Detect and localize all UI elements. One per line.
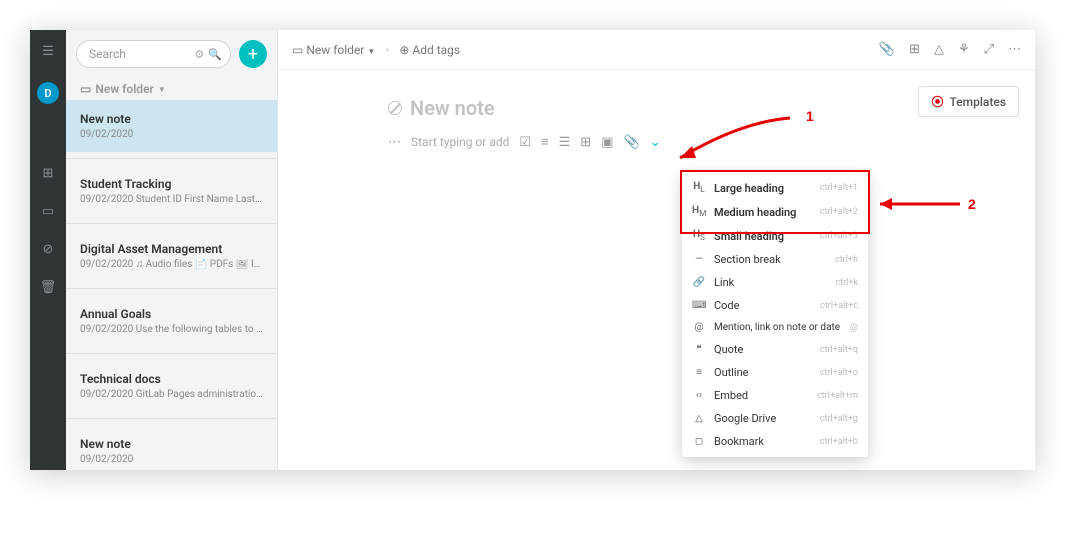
menu-item-medium-heading[interactable]: HMMedium headingctrl+alt+2 (682, 200, 868, 224)
expand-icon[interactable]: ⤢ (984, 42, 994, 57)
add-tags-button[interactable]: ⊕ Add tags (399, 43, 460, 57)
note-item[interactable]: Digital Asset Management 09/02/2020 ♫ Au… (66, 230, 277, 282)
grid-view-icon[interactable]: ⊞ (909, 42, 920, 57)
search-placeholder: Search (89, 47, 126, 61)
note-title: New note (80, 112, 263, 126)
templates-button[interactable]: ⦿ Templates (918, 86, 1019, 117)
note-title: New note (80, 437, 263, 451)
share-icon[interactable]: ⚘ (958, 42, 970, 57)
note-title: Digital Asset Management (80, 242, 263, 256)
note-title: Technical docs (80, 372, 263, 386)
body-placeholder[interactable]: Start typing or add (411, 135, 509, 149)
note-list: New note 09/02/2020 Student Tracking 09/… (66, 100, 277, 470)
annotation-callout-2: 2 (968, 196, 976, 212)
note-title: Student Tracking (80, 177, 263, 191)
sidebar-folder-label[interactable]: ▭ New folder ▼ (66, 74, 277, 100)
note-item[interactable]: Technical docs 09/02/2020 GitLab Pages a… (66, 360, 277, 412)
no-icon (388, 101, 402, 115)
note-item[interactable]: New note 09/02/2020 (66, 100, 277, 152)
insert-block-menu: HLLarge headingctrl+alt+1 HMMedium headi… (682, 172, 868, 457)
folder-icon[interactable]: ▭ (41, 204, 55, 218)
attach-tool-icon[interactable]: 📎 (624, 135, 640, 150)
checkbox-tool-icon[interactable]: ☑ (519, 135, 531, 150)
menu-item-embed[interactable]: ‹›Embedctrl+alt+m (682, 384, 868, 407)
more-icon[interactable]: ⋯ (1008, 42, 1021, 57)
breadcrumb-folder[interactable]: ▭ New folder ▼ (292, 43, 375, 57)
menu-item-section-break[interactable]: —Section breakctrl+h (682, 248, 868, 271)
note-item[interactable]: New note 09/02/2020 (66, 425, 277, 470)
main-editor: ▭ New folder ▼ • ⊕ Add tags 📎 ⊞ △ ⚘ ⤢ ⋯ … (278, 30, 1035, 470)
menu-item-mention[interactable]: @Mention, link on note or date@ (682, 317, 868, 338)
search-input[interactable]: Search ⚙ 🔍 (76, 40, 231, 68)
avatar[interactable]: D (37, 82, 59, 104)
more-tools-chevron-icon[interactable]: ⌄ (650, 135, 661, 150)
add-note-button[interactable]: + (239, 40, 267, 68)
table-tool-icon[interactable]: ⊞ (580, 135, 591, 150)
bullet-list-icon[interactable]: ☰ (559, 135, 571, 150)
sidebar: Search ⚙ 🔍 + ▭ New folder ▼ New note 09/0… (66, 30, 278, 470)
menu-item-outline[interactable]: ≡Outlinectrl+alt+o (682, 361, 868, 384)
annotation-callout-1: 1 (806, 108, 814, 124)
grid-icon[interactable]: ⊞ (41, 166, 55, 180)
attachment-icon[interactable]: 📎 (879, 42, 895, 57)
note-item[interactable]: Student Tracking 09/02/2020 Student ID F… (66, 165, 277, 217)
menu-icon[interactable]: ☰ (41, 44, 55, 58)
menu-item-quote[interactable]: ❝Quotectrl+alt+q (682, 338, 868, 361)
filter-icon[interactable]: ⚙ (194, 48, 204, 61)
note-item[interactable]: Annual Goals 09/02/2020 Use the followin… (66, 295, 277, 347)
note-title: Annual Goals (80, 307, 263, 321)
menu-item-link[interactable]: 🔗Linkctrl+k (682, 271, 868, 294)
app-rail: ☰ D ⊞ ▭ ⊘ 🗑 (30, 30, 66, 470)
notifications-icon[interactable]: △ (934, 42, 944, 57)
numbered-list-icon[interactable]: ≡ (541, 134, 549, 150)
trash-icon[interactable]: 🗑 (41, 280, 55, 294)
menu-item-google-drive[interactable]: △Google Drivectrl+alt+g (682, 407, 868, 430)
tag-icon[interactable]: ⊘ (41, 242, 55, 256)
menu-item-small-heading[interactable]: HSSmall headingctrl+alt+3 (682, 224, 868, 248)
drag-handle-icon[interactable]: ⋯ (388, 135, 401, 150)
menu-item-large-heading[interactable]: HLLarge headingctrl+alt+1 (682, 176, 868, 200)
menu-item-code[interactable]: ⌨Codectrl+alt+c (682, 294, 868, 317)
note-title-input[interactable]: New note (388, 96, 935, 120)
templates-icon: ⦿ (931, 93, 943, 110)
search-icon[interactable]: 🔍 (208, 48, 222, 61)
menu-item-bookmark[interactable]: ◻Bookmarkctrl+alt+b (682, 430, 868, 453)
avatar-letter: D (44, 87, 51, 100)
image-tool-icon[interactable]: ▣ (601, 135, 613, 150)
